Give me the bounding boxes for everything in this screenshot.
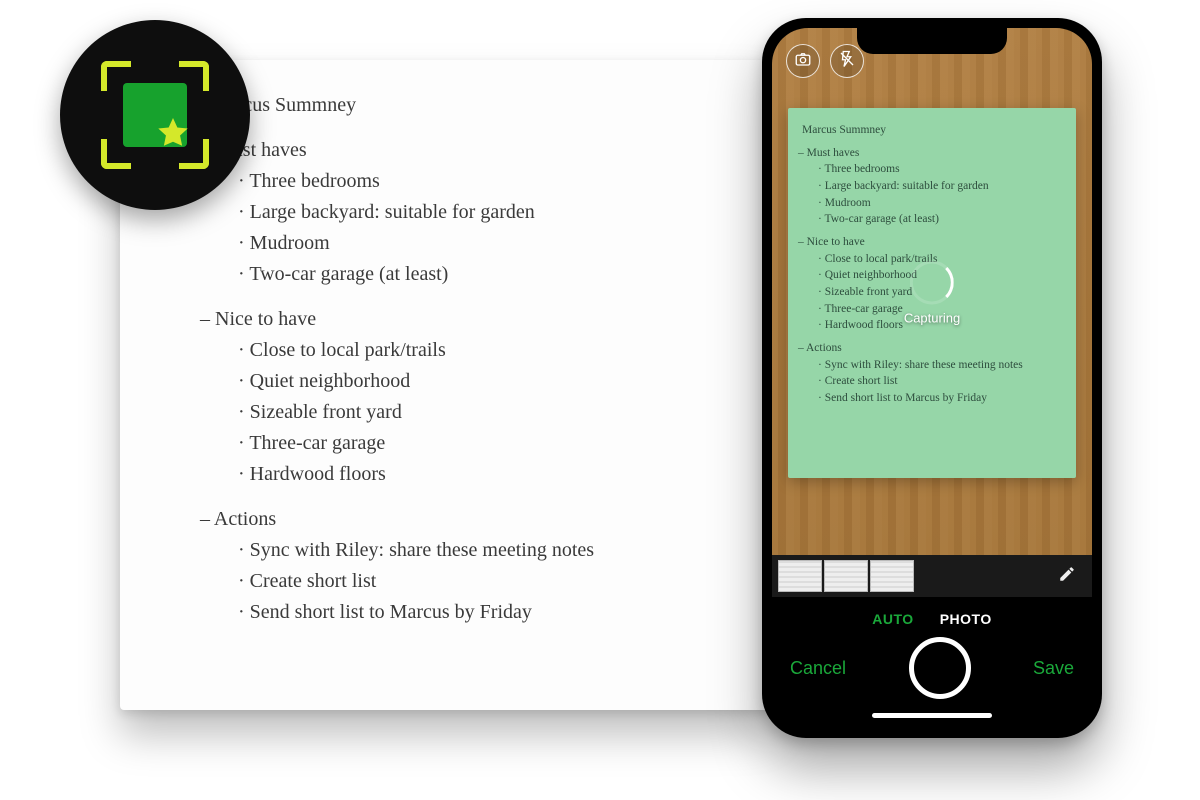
sticky-section-list: Sync with Riley: share these meeting not… [810, 357, 1062, 407]
edit-captures-button[interactable] [1048, 565, 1086, 588]
save-button[interactable]: Save [1033, 658, 1074, 679]
list-item: Large backyard: suitable for garden [238, 197, 730, 228]
sticky-section-heading: – Must haves [798, 145, 1062, 162]
captured-sticky-note: Marcus Summney – Must haves Three bedroo… [788, 108, 1076, 478]
capture-thumbnail[interactable] [778, 560, 822, 592]
note-section-list: Sync with Riley: share these meeting not… [220, 535, 730, 628]
list-item: Two-car garage (at least) [818, 211, 1062, 228]
capture-mode-switch: AUTO PHOTO [872, 611, 991, 627]
capture-thumbnail[interactable] [824, 560, 868, 592]
cancel-button[interactable]: Cancel [790, 658, 846, 679]
list-item: Three-car garage [238, 428, 730, 459]
list-item: Sync with Riley: share these meeting not… [238, 535, 730, 566]
list-item: Three-car garage [818, 301, 1062, 318]
note-section-heading: – Must haves [200, 135, 730, 166]
note-section-list: Three bedrooms Large backyard: suitable … [220, 166, 730, 290]
list-item: Two-car garage (at least) [238, 259, 730, 290]
list-item: Sizeable front yard [238, 397, 730, 428]
list-item: Create short list [238, 566, 730, 597]
phone-frame: Marcus Summney – Must haves Three bedroo… [762, 18, 1102, 738]
list-item: Large backyard: suitable for garden [818, 178, 1062, 195]
mode-auto-tab[interactable]: AUTO [872, 611, 913, 627]
capture-thumbnail[interactable] [870, 560, 914, 592]
list-item: Create short list [818, 373, 1062, 390]
sticky-section-list: Close to local park/trails Quiet neighbo… [810, 251, 1062, 334]
phone-notch [857, 28, 1007, 54]
sticky-section-heading: – Actions [798, 340, 1062, 357]
list-item: Mudroom [818, 195, 1062, 212]
pencil-icon [1058, 570, 1076, 587]
list-item: Three bedrooms [818, 161, 1062, 178]
list-item: Send short list to Marcus by Friday [238, 597, 730, 628]
list-item: Close to local park/trails [818, 251, 1062, 268]
sticky-section-heading: – Nice to have [798, 234, 1062, 251]
mode-photo-tab[interactable]: PHOTO [940, 611, 992, 627]
flash-off-icon [838, 50, 856, 73]
note-section-heading: – Actions [200, 504, 730, 535]
list-item: Sync with Riley: share these meeting not… [818, 357, 1062, 374]
camera-controls: AUTO PHOTO Cancel Save [772, 597, 1092, 728]
list-item: Mudroom [238, 228, 730, 259]
home-indicator[interactable] [872, 713, 992, 718]
list-item: Quiet neighborhood [818, 267, 1062, 284]
scan-logo-badge [60, 20, 250, 210]
capture-thumbnail-strip [772, 555, 1092, 597]
sticky-section-list: Three bedrooms Large backyard: suitable … [810, 161, 1062, 228]
note-section-heading: – Nice to have [200, 304, 730, 335]
list-item: Hardwood floors [818, 317, 1062, 334]
list-item: Hardwood floors [238, 459, 730, 490]
note-section-list: Close to local park/trails Quiet neighbo… [220, 335, 730, 490]
list-item: Sizeable front yard [818, 284, 1062, 301]
note-title: Marcus Summney [210, 90, 730, 121]
scan-frame-icon [101, 61, 209, 169]
flash-toggle-button[interactable] [830, 44, 864, 78]
shutter-button[interactable] [909, 637, 971, 699]
list-item: Send short list to Marcus by Friday [818, 390, 1062, 407]
list-item: Three bedrooms [238, 166, 730, 197]
phone-screen: Marcus Summney – Must haves Three bedroo… [772, 28, 1092, 728]
switch-camera-button[interactable] [786, 44, 820, 78]
list-item: Close to local park/trails [238, 335, 730, 366]
sticky-title: Marcus Summney [802, 122, 1062, 139]
camera-viewfinder[interactable]: Marcus Summney – Must haves Three bedroo… [772, 28, 1092, 555]
list-item: Quiet neighborhood [238, 366, 730, 397]
camera-icon [794, 50, 812, 73]
